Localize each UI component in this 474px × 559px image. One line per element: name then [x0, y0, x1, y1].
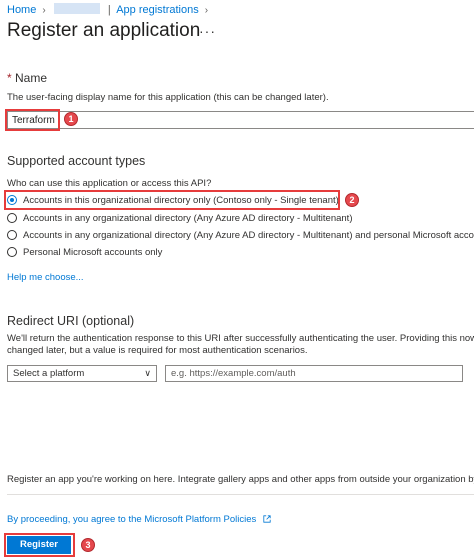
account-types-heading: Supported account types [7, 154, 146, 168]
required-marker: * [7, 71, 12, 85]
divider [7, 494, 474, 495]
radio-option-multitenant-personal[interactable]: Accounts in any organizational directory… [7, 228, 474, 242]
radio-label: Accounts in any organizational directory… [23, 229, 474, 241]
highlight-box-register [4, 533, 75, 557]
more-options-icon[interactable]: ··· [199, 23, 216, 39]
platform-policies[interactable]: By proceeding, you agree to the Microsof… [7, 514, 271, 525]
radio-option-multitenant[interactable]: Accounts in any organizational directory… [7, 211, 353, 225]
chevron-right-icon: › [204, 5, 209, 16]
platform-select[interactable]: Select a platform ∨ [7, 365, 157, 382]
page-title: Register an application [7, 20, 201, 41]
radio-unselected-icon[interactable] [7, 247, 17, 257]
redirect-uri-input[interactable]: e.g. https://example.com/auth [165, 365, 463, 382]
name-description: The user-facing display name for this ap… [7, 92, 329, 103]
chevron-down-icon: ∨ [144, 368, 151, 378]
annotation-badge-2: 2 [345, 193, 359, 207]
radio-label: Personal Microsoft accounts only [23, 246, 163, 258]
highlight-box-name [5, 109, 60, 131]
redirect-uri-heading: Redirect URI (optional) [7, 314, 135, 328]
annotation-badge-1: 1 [64, 112, 78, 126]
external-link-icon [263, 515, 271, 523]
breadcrumb-separator: | [107, 4, 111, 16]
name-label: * Name [7, 71, 47, 85]
highlight-box-account-type [4, 190, 340, 210]
breadcrumb-home[interactable]: Home [7, 4, 36, 16]
breadcrumb-app-registrations[interactable]: App registrations [116, 4, 199, 16]
radio-unselected-icon[interactable] [7, 213, 17, 223]
redirect-description-line2: changed later, but a value is required f… [7, 345, 308, 356]
platform-policies-link[interactable]: By proceeding, you agree to the Microsof… [7, 514, 256, 525]
platform-select-value: Select a platform [13, 368, 85, 379]
radio-unselected-icon[interactable] [7, 230, 17, 240]
account-types-question: Who can use this application or access t… [7, 178, 212, 189]
breadcrumb-redacted-tenant[interactable] [53, 3, 100, 14]
chevron-right-icon: › [42, 5, 46, 16]
radio-option-personal-only[interactable]: Personal Microsoft accounts only [7, 245, 162, 259]
help-me-choose-link[interactable]: Help me choose... [7, 272, 84, 283]
name-label-text: Name [15, 71, 48, 85]
radio-label: Accounts in any organizational directory… [23, 212, 353, 224]
footer-note: Register an app you're working on here. … [7, 474, 474, 485]
annotation-badge-3: 3 [81, 538, 95, 552]
redirect-uri-placeholder: e.g. https://example.com/auth [171, 368, 296, 379]
breadcrumb: Home › | App registrations › [7, 3, 211, 17]
redirect-description-line1: We'll return the authentication response… [7, 333, 474, 344]
